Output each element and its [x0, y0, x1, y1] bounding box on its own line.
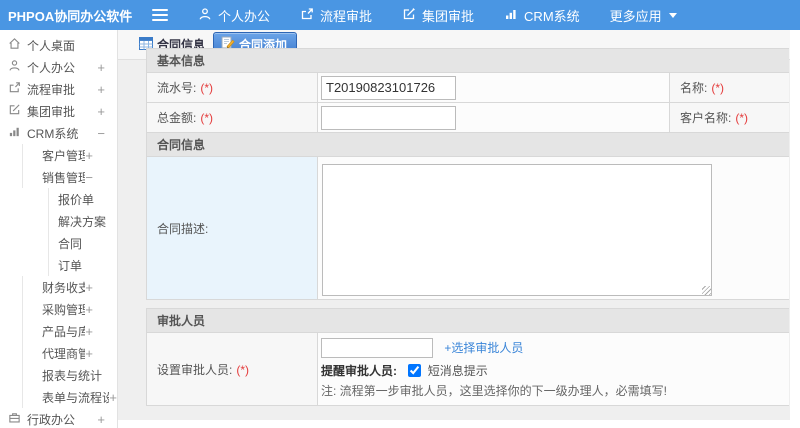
- sidebar-item-admin-office[interactable]: 行政办公 +: [0, 408, 117, 428]
- top-bar: PHPOA协同办公软件 个人办公 流程审批 集团审批 CRM系统 更多应用: [0, 0, 800, 30]
- sms-remind-checkbox[interactable]: [408, 364, 422, 377]
- nav-label: 流程审批: [320, 8, 373, 24]
- caret-down-icon: [668, 12, 677, 18]
- menu-toggle-icon[interactable]: [152, 6, 168, 24]
- nav-label: 集团审批: [422, 8, 475, 24]
- sidebar-item-purchase-mgmt[interactable]: 采购管理 +: [0, 298, 117, 320]
- nav-label: 更多应用: [609, 8, 662, 24]
- sms-remind-label: 短消息提示: [427, 364, 488, 378]
- sidebar-item-personal-desktop[interactable]: 个人桌面: [0, 34, 117, 56]
- contract-add-form: 基本信息 流水号:(*) 名称:(*) 总金额:(*): [146, 48, 789, 406]
- user-icon: [198, 7, 218, 24]
- sidebar-item-customer-mgmt[interactable]: 客户管理 +: [0, 144, 117, 166]
- edit-icon: [402, 7, 422, 24]
- remind-approver-label: 提醒审批人员:: [321, 364, 397, 378]
- contract-desc-textarea[interactable]: [322, 163, 712, 296]
- flow-icon: [300, 7, 320, 24]
- nav-crm-system[interactable]: CRM系统: [504, 6, 580, 25]
- sidebar-item-sales-mgmt[interactable]: 销售管理 −: [0, 166, 117, 188]
- sidebar-item-agent-mgmt[interactable]: 代理商管理 +: [0, 342, 117, 364]
- nav-workflow-approval[interactable]: 流程审批: [300, 6, 372, 25]
- nav-more-apps[interactable]: 更多应用: [610, 6, 677, 25]
- approver-note: 注: 流程第一步审批人员，这里选择你的下一级办理人，必需填写!: [321, 384, 668, 398]
- sidebar-item-form-flow-settings[interactable]: 表单与流程设置 +: [0, 386, 117, 408]
- sidebar-item-reports-stats[interactable]: 报表与统计: [0, 364, 117, 386]
- section-basic-info: 基本信息: [146, 48, 789, 73]
- nav-label: 个人办公: [218, 8, 271, 24]
- nav-personal-office[interactable]: 个人办公: [198, 6, 270, 25]
- scrollbar-track[interactable]: [790, 30, 800, 428]
- user-icon: [8, 59, 27, 75]
- approver-input[interactable]: [321, 338, 433, 358]
- flow-icon: [8, 81, 27, 97]
- sidebar: 个人桌面 个人办公 + 流程审批 + 集团审批 + CRM系统 − 客户管理 +: [0, 30, 118, 428]
- nav-label: CRM系统: [524, 8, 580, 24]
- section-approver: 审批人员: [146, 308, 789, 333]
- sidebar-item-group-approval[interactable]: 集团审批 +: [0, 100, 117, 122]
- content-area: 合同信息 合同添加 基本信息 流水号: (*) T20190823101726 …: [118, 30, 800, 428]
- customer-name-label: 客户名称: (*): [669, 102, 789, 133]
- sidebar-item-contract[interactable]: 合同: [0, 232, 117, 254]
- set-approver-label: 设置审批人员: (*): [146, 332, 318, 406]
- sidebar-item-product-inventory[interactable]: 产品与库存 +: [0, 320, 117, 342]
- nav-group-approval[interactable]: 集团审批: [402, 6, 474, 25]
- sidebar-item-personal-office[interactable]: 个人办公 +: [0, 56, 117, 78]
- home-icon: [8, 37, 27, 53]
- sidebar-item-workflow-approval[interactable]: 流程审批 +: [0, 78, 117, 100]
- contract-desc-label: 合同描述:: [146, 156, 318, 300]
- name-label: 名称: (*): [669, 72, 789, 103]
- sidebar-item-solution[interactable]: 解决方案: [0, 210, 117, 232]
- section-contract-info: 合同信息: [146, 132, 789, 157]
- serial-label: 流水号: (*): [146, 72, 318, 103]
- app-logo: PHPOA协同办公软件: [8, 8, 133, 24]
- sidebar-item-order[interactable]: 订单: [0, 254, 117, 276]
- serial-input[interactable]: [321, 75, 456, 100]
- chart-icon: [8, 125, 27, 141]
- bottom-strip: [118, 420, 800, 428]
- amount-label: 总金额: (*): [146, 102, 318, 133]
- amount-input[interactable]: [321, 105, 456, 130]
- sidebar-item-finance[interactable]: 财务收支 +: [0, 276, 117, 298]
- sidebar-item-quotation[interactable]: 报价单: [0, 188, 117, 210]
- resize-grip-icon[interactable]: [702, 285, 711, 295]
- sidebar-item-crm-system[interactable]: CRM系统 −: [0, 122, 117, 144]
- chart-icon: [504, 7, 524, 24]
- choose-approver-link[interactable]: +选择审批人员: [444, 341, 523, 355]
- org-icon: [8, 411, 27, 427]
- edit-icon: [8, 103, 27, 119]
